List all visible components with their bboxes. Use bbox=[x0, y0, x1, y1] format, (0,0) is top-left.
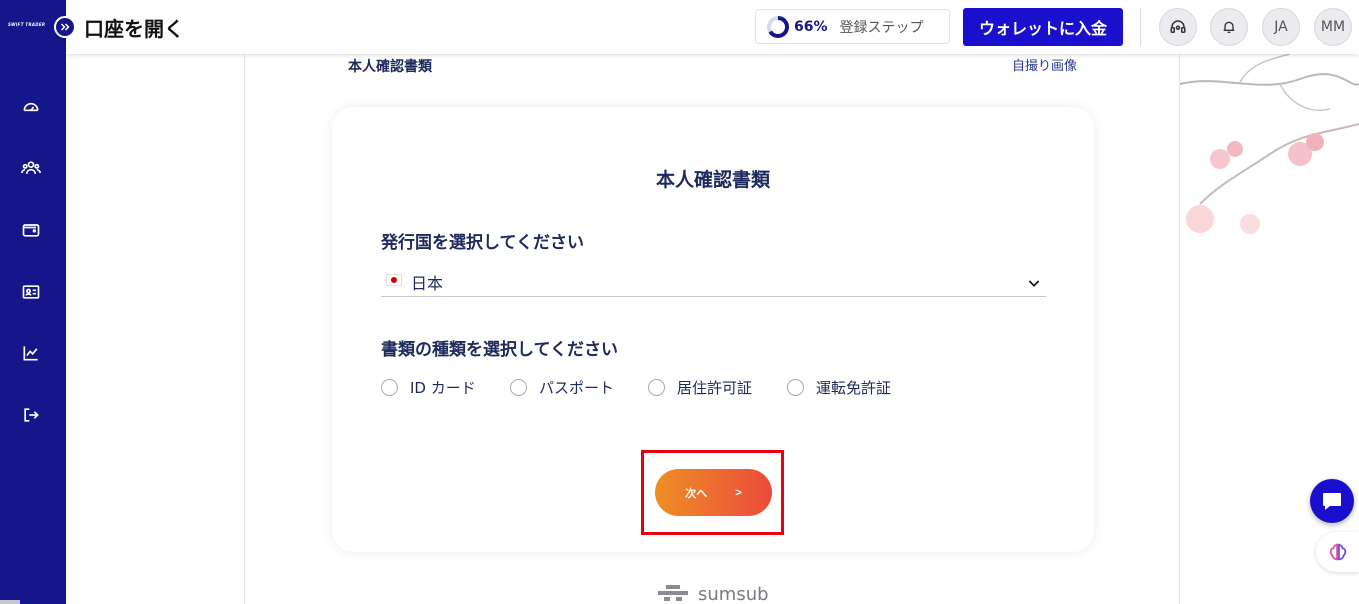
users-icon[interactable] bbox=[20, 157, 42, 179]
radio-circle[interactable] bbox=[510, 379, 527, 396]
logout-icon[interactable] bbox=[20, 404, 42, 426]
scrollbar[interactable] bbox=[0, 600, 20, 604]
page-title: 口座を開く bbox=[84, 17, 184, 41]
ai-assistant-button[interactable] bbox=[1316, 532, 1359, 572]
radio-label: ID カード bbox=[410, 379, 476, 397]
chart-icon[interactable] bbox=[20, 342, 42, 364]
sumsub-mark-icon bbox=[658, 584, 688, 601]
chat-bubble-icon bbox=[1323, 493, 1341, 510]
doc-type-id-card[interactable]: ID カード bbox=[381, 377, 476, 398]
chat-button[interactable] bbox=[1310, 479, 1354, 523]
chevron-down-icon bbox=[1028, 280, 1040, 287]
radio-circle[interactable] bbox=[381, 379, 398, 396]
next-button-label: 次へ bbox=[685, 487, 708, 500]
progress-percent: 66% bbox=[794, 18, 828, 35]
country-value: 日本 bbox=[411, 274, 444, 293]
id-card-icon[interactable] bbox=[20, 281, 42, 303]
doc-type-residence-permit[interactable]: 居住許可証 bbox=[648, 377, 752, 398]
doc-type-drivers-license[interactable]: 運転免許証 bbox=[787, 377, 891, 398]
main-content: 本人確認書類 自撮り画像 本人確認書類 発行国を選択してください 日本 書類の種… bbox=[244, 54, 1180, 604]
sidebar: SWIFT TRADER bbox=[0, 0, 66, 604]
dashboard-icon[interactable] bbox=[20, 96, 42, 118]
notifications-button[interactable] bbox=[1210, 8, 1248, 46]
sumsub-text: sumsub bbox=[698, 584, 769, 604]
radio-circle[interactable] bbox=[648, 379, 665, 396]
next-button[interactable]: 次へ > bbox=[655, 469, 772, 516]
step-next-link[interactable]: 自撮り画像 bbox=[1012, 55, 1077, 74]
japan-flag-icon bbox=[386, 274, 402, 286]
step-current: 本人確認書類 bbox=[348, 59, 432, 75]
registration-progress[interactable]: 66% 登録ステップ bbox=[755, 9, 950, 44]
support-button[interactable] bbox=[1159, 8, 1197, 46]
radio-label: 居住許可証 bbox=[677, 379, 753, 397]
headset-icon bbox=[1170, 20, 1186, 33]
brand-logo: SWIFT TRADER bbox=[8, 22, 46, 27]
wallet-icon[interactable] bbox=[20, 219, 42, 241]
sidebar-toggle-button[interactable] bbox=[54, 16, 76, 38]
top-header: 口座を開く 66% 登録ステップ ウォレットに入金 JA MM bbox=[54, 0, 1359, 54]
language-button[interactable]: JA bbox=[1262, 8, 1300, 46]
header-divider bbox=[1140, 8, 1141, 46]
bell-icon bbox=[1223, 21, 1235, 33]
country-label: 発行国を選択してください bbox=[381, 233, 584, 253]
radio-label: パスポート bbox=[539, 379, 615, 397]
id-document-card: 本人確認書類 発行国を選択してください 日本 書類の種類を選択してください ID… bbox=[332, 107, 1094, 552]
brain-icon bbox=[1329, 543, 1346, 561]
radio-label: 運転免許証 bbox=[816, 379, 892, 397]
country-select[interactable]: 日本 bbox=[381, 270, 1046, 297]
radio-circle[interactable] bbox=[787, 379, 804, 396]
double-chevron-right-icon bbox=[60, 23, 70, 31]
card-title: 本人確認書類 bbox=[655, 169, 770, 191]
doc-type-label: 書類の種類を選択してください bbox=[381, 340, 618, 360]
sumsub-logo: sumsub bbox=[656, 584, 769, 604]
doc-type-passport[interactable]: パスポート bbox=[510, 377, 614, 398]
progress-ring-icon bbox=[767, 15, 789, 38]
user-avatar[interactable]: MM bbox=[1314, 8, 1352, 46]
deposit-wallet-button[interactable]: ウォレットに入金 bbox=[963, 8, 1123, 46]
next-arrow: > bbox=[735, 486, 742, 499]
progress-label: 登録ステップ bbox=[839, 19, 924, 36]
